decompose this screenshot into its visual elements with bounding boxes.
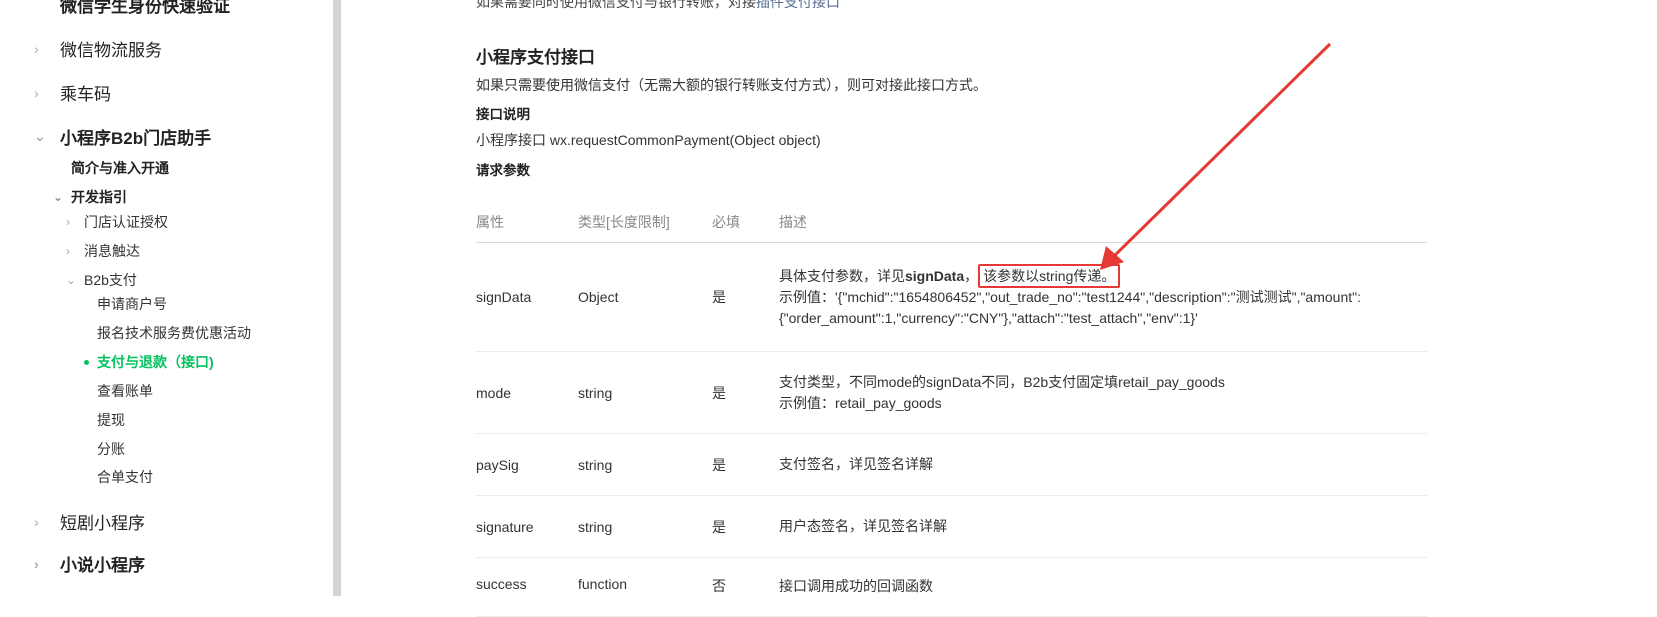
arrow-shaft — [1106, 42, 1332, 264]
annotation-arrow — [1100, 42, 1332, 270]
